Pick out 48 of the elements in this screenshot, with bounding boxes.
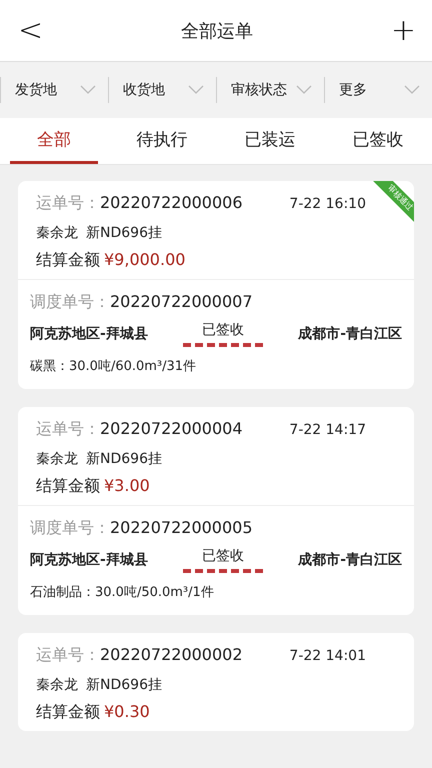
page-title: 全部运单	[181, 20, 253, 42]
waybill-time: 7-22 14:01	[289, 648, 366, 664]
plate-number: 新ND696挂	[86, 677, 162, 693]
tab[interactable]: 已装运	[226, 118, 314, 164]
driver-name: 秦余龙	[36, 451, 78, 467]
amount-label: 结算金额	[36, 702, 100, 721]
chevron-down-icon	[188, 85, 204, 95]
amount-value: ¥9,000.00	[104, 250, 186, 269]
tab[interactable]: 待执行	[118, 118, 206, 164]
destination-text: 成都市-青白江区	[298, 325, 402, 343]
waybill-number-label: 运单号：	[36, 193, 100, 212]
amount-label: 结算金额	[36, 476, 100, 495]
waybill-number: 20220722000004	[100, 419, 243, 438]
origin-text: 阿克苏地区-拜城县	[30, 325, 148, 343]
filter-dropdown[interactable]: 更多	[324, 77, 432, 103]
add-button[interactable]: +	[386, 16, 420, 46]
status-label: 已签收	[183, 321, 263, 347]
waybill-number-label: 运单号：	[36, 645, 100, 664]
waybill-number: 20220722000002	[100, 645, 243, 664]
cargo-details: 碳黑：30.0吨/60.0m³/31件	[30, 358, 198, 375]
tab[interactable]: 全部	[10, 118, 98, 164]
chevron-down-icon	[296, 85, 312, 95]
amount-value: ¥3.00	[104, 476, 150, 495]
waybill-time: 7-22 16:10	[289, 196, 366, 212]
plate-number: 新ND696挂	[86, 451, 162, 467]
destination-text: 成都市-青白江区	[298, 551, 402, 569]
waybill-number: 20220722000006	[100, 193, 243, 212]
dispatch-number: 20220722000005	[110, 518, 253, 537]
dispatch-number-label: 调度单号：	[30, 518, 110, 537]
plate-number: 新ND696挂	[86, 225, 162, 241]
amount-label: 结算金额	[36, 250, 100, 269]
driver-name: 秦余龙	[36, 225, 78, 241]
waybill-time: 7-22 14:17	[289, 422, 366, 438]
waybill-number-label: 运单号：	[36, 419, 100, 438]
amount-value: ¥0.30	[104, 702, 150, 721]
tab[interactable]: 已签收	[334, 118, 422, 164]
filter-dropdown[interactable]: 审核状态	[216, 77, 324, 103]
status-label: 已签收	[183, 547, 263, 573]
filter-dropdown[interactable]: 收货地	[108, 77, 216, 103]
dispatch-number-label: 调度单号：	[30, 292, 110, 311]
filter-dropdown[interactable]: 发货地	[0, 77, 108, 103]
chevron-down-icon	[80, 85, 96, 95]
dispatch-number: 20220722000007	[110, 292, 253, 311]
cargo-details: 石油制品：30.0吨/50.0m³/1件	[30, 584, 215, 601]
driver-name: 秦余龙	[36, 677, 78, 693]
back-button[interactable]: <	[14, 16, 48, 46]
chevron-down-icon	[404, 85, 420, 95]
origin-text: 阿克苏地区-拜城县	[30, 551, 148, 569]
